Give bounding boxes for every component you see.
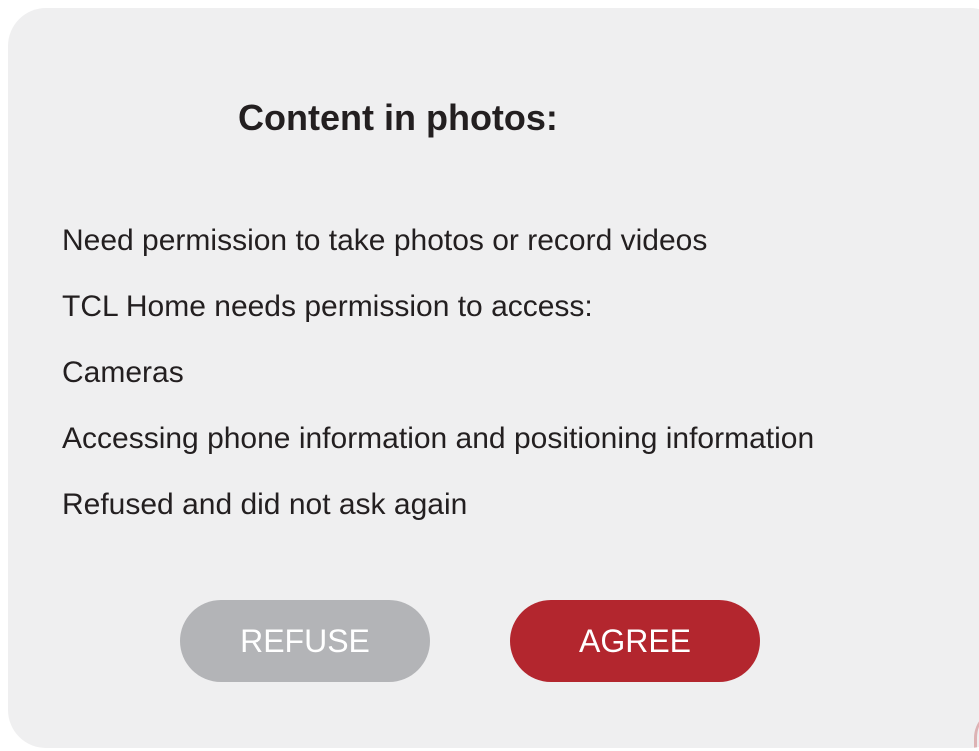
permission-item-phone-location: Accessing phone information and position…: [62, 422, 815, 455]
dialog-title: Content in photos:: [238, 97, 558, 138]
refused-status-text: Refused and did not ask again: [62, 488, 468, 521]
corner-decoration: [974, 708, 979, 748]
access-intro-text: TCL Home needs permission to access:: [62, 290, 593, 323]
refuse-button[interactable]: REFUSE: [180, 600, 430, 682]
agree-button[interactable]: AGREE: [510, 600, 760, 682]
permission-dialog: Content in photos: Need permission to ta…: [8, 8, 979, 748]
permission-request-text: Need permission to take photos or record…: [62, 224, 708, 257]
permission-item-cameras: Cameras: [62, 356, 184, 389]
